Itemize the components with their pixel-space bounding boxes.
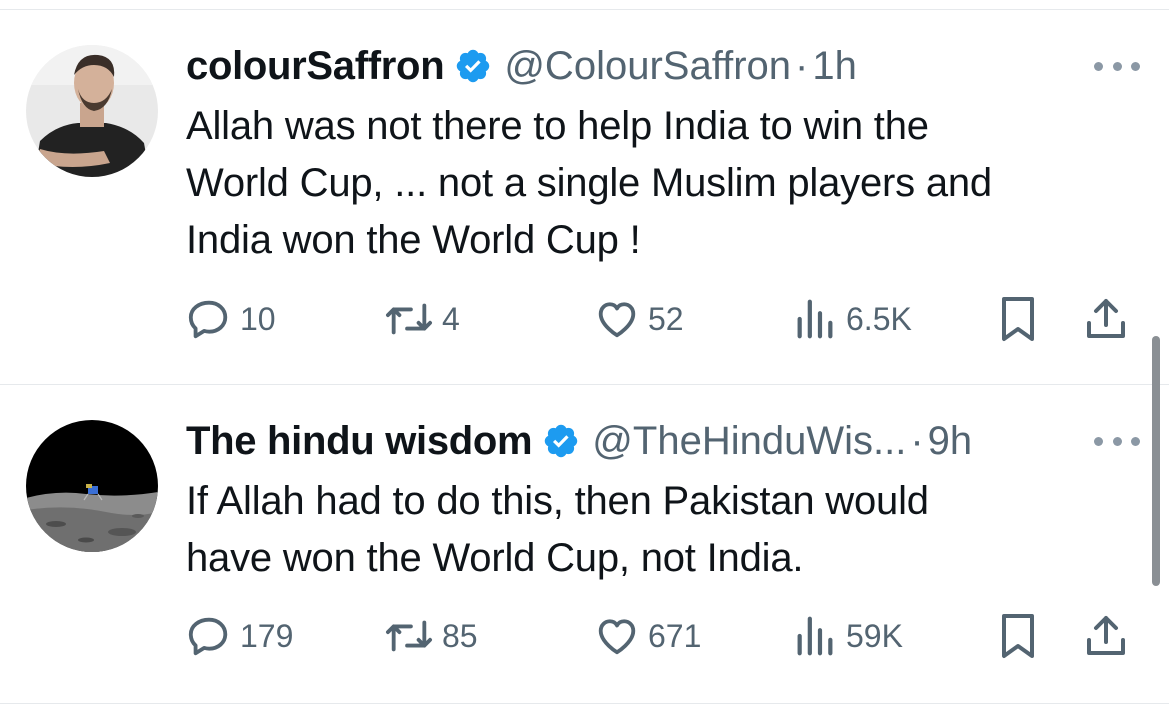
display-name[interactable]: The hindu wisdom — [186, 417, 533, 465]
reply-count: 179 — [240, 617, 294, 654]
verified-badge-icon[interactable] — [542, 422, 580, 460]
repost-icon — [385, 620, 432, 652]
like-icon — [598, 619, 636, 655]
tweet-2[interactable]: The hindu wisdom @TheHinduWis... · 9h If… — [0, 385, 1169, 705]
more-icon[interactable] — [1094, 431, 1140, 451]
avatar-moon-landscape-icon — [26, 420, 158, 552]
separator-dot: · — [795, 44, 809, 88]
repost-button[interactable]: 4 — [384, 294, 460, 344]
tweet-text: If Allah had to do this, then Pakistan w… — [186, 473, 1126, 587]
tweet-header: The hindu wisdom @TheHinduWis... · 9h — [186, 417, 972, 465]
views-icon — [797, 299, 833, 339]
bookmark-button[interactable] — [996, 294, 1040, 344]
bookmark-icon — [1002, 614, 1034, 658]
share-button[interactable] — [1082, 294, 1130, 344]
timestamp[interactable]: 9h — [928, 417, 973, 465]
avatar-photo-icon — [26, 45, 158, 177]
more-dot — [1094, 61, 1103, 71]
tweet-text-line: India won the World Cup ! — [186, 218, 641, 262]
view-count: 59K — [846, 617, 903, 654]
tweet-text: Allah was not there to help India to win… — [186, 98, 1126, 269]
repost-icon — [385, 303, 432, 335]
tweet-header: colourSaffron @ColourSaffron · 1h — [186, 42, 857, 90]
like-count: 52 — [648, 300, 684, 337]
more-icon[interactable] — [1094, 56, 1140, 76]
tweet-text-line: If Allah had to do this, then Pakistan w… — [186, 479, 929, 523]
timestamp[interactable]: 1h — [812, 42, 857, 90]
like-count: 671 — [648, 617, 702, 654]
action-bar: 10 4 52 6.5K — [186, 294, 1146, 344]
share-icon — [1087, 299, 1125, 338]
repost-button[interactable]: 85 — [384, 611, 478, 661]
more-dot — [1112, 61, 1122, 71]
avatar[interactable] — [26, 45, 158, 177]
views-button[interactable]: 59K — [792, 611, 903, 661]
handle[interactable]: @TheHinduWis... — [592, 417, 906, 465]
views-button[interactable]: 6.5K — [792, 294, 912, 344]
reply-button[interactable]: 10 — [186, 294, 276, 344]
verified-badge-icon[interactable] — [454, 47, 492, 85]
share-icon — [1087, 616, 1125, 655]
separator-dot: · — [910, 419, 924, 463]
avatar[interactable] — [26, 420, 158, 552]
reply-button[interactable]: 179 — [186, 611, 293, 661]
more-dot — [1131, 436, 1140, 446]
reply-icon — [188, 300, 228, 339]
bookmark-button[interactable] — [996, 611, 1040, 661]
more-dot — [1131, 61, 1140, 71]
handle[interactable]: @ColourSaffron — [504, 42, 791, 90]
repost-count: 4 — [442, 300, 460, 337]
bookmark-icon — [1002, 297, 1034, 341]
action-bar: 179 85 671 59K — [186, 611, 1146, 661]
like-button[interactable]: 671 — [594, 611, 701, 661]
tweet-1[interactable]: colourSaffron @ColourSaffron · 1h Allah … — [0, 0, 1169, 384]
views-icon — [797, 616, 833, 656]
more-dot — [1094, 436, 1103, 446]
tweet-text-line: World Cup, ... not a single Muslim playe… — [186, 161, 992, 205]
tweet-text-line: have won the World Cup, not India. — [186, 536, 804, 580]
view-count: 6.5K — [846, 300, 912, 337]
scrollbar[interactable] — [1152, 336, 1160, 586]
reply-count: 10 — [240, 300, 276, 337]
tweet-text-line: Allah was not there to help India to win… — [186, 104, 929, 148]
like-icon — [598, 302, 636, 338]
repost-count: 85 — [442, 617, 478, 654]
reply-icon — [188, 617, 228, 656]
share-button[interactable] — [1082, 611, 1130, 661]
like-button[interactable]: 52 — [594, 294, 684, 344]
display-name[interactable]: colourSaffron — [186, 42, 445, 90]
more-dot — [1112, 436, 1122, 446]
bottom-divider — [0, 703, 1169, 704]
